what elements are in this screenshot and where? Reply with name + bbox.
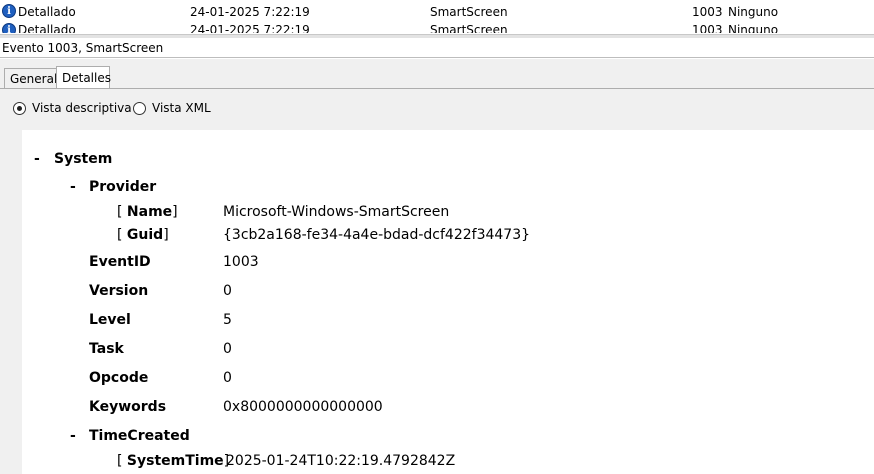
field-key: Version: [89, 283, 149, 299]
system-time-key: [ SystemTime]: [117, 453, 230, 469]
radio-xml-view[interactable]: Vista XML: [133, 101, 223, 117]
event-category: Ninguno: [728, 5, 779, 19]
event-category: Ninguno: [728, 23, 779, 33]
tab-general[interactable]: General: [4, 68, 57, 88]
information-icon: i: [2, 4, 16, 18]
radio-xml-label: Vista XML: [152, 101, 211, 115]
timecreated-node: TimeCreated: [89, 428, 190, 444]
provider-guid-key: [ Guid]: [117, 227, 169, 243]
collapse-system-toggle[interactable]: -: [34, 151, 40, 167]
field-key: Opcode: [89, 370, 149, 386]
provider-guid-key-text: Guid: [126, 227, 164, 243]
provider-name-value: Microsoft-Windows-SmartScreen: [223, 204, 450, 220]
tab-detalles[interactable]: Detalles: [56, 66, 111, 88]
collapse-provider-toggle[interactable]: -: [70, 179, 76, 195]
field-value: 0: [223, 283, 232, 299]
field-value: 0x8000000000000000: [223, 399, 383, 415]
system-time-value: 2025-01-24T10:22:19.4792842Z: [226, 453, 456, 469]
event-source: SmartScreen: [430, 5, 508, 19]
event-level: Detallado: [18, 23, 76, 33]
provider-guid-value: {3cb2a168-fe34-4a4e-bdad-dcf422f34473}: [223, 227, 531, 243]
pane-title: Evento 1003, SmartScreen: [2, 41, 164, 55]
event-level: Detallado: [18, 5, 76, 19]
provider-name-key: [ Name]: [117, 204, 178, 220]
field-key: Level: [89, 312, 131, 328]
field-key: Keywords: [89, 399, 167, 415]
event-source: SmartScreen: [430, 23, 508, 33]
event-date: 24-01-2025 7:22:19: [190, 5, 310, 19]
collapse-timecreated-toggle[interactable]: -: [70, 428, 76, 444]
event-id: 1003: [692, 5, 723, 19]
tab-general-label: General: [10, 72, 58, 86]
field-value: 1003: [223, 254, 259, 270]
provider-name-key-text: Name: [126, 204, 173, 220]
event-row[interactable]: i Detallado 24-01-2025 7:22:19 SmartScre…: [0, 2, 874, 20]
event-id: 1003: [692, 23, 723, 33]
system-time-key-text: SystemTime: [126, 453, 224, 469]
tab-detalles-label: Detalles: [62, 71, 111, 85]
radio-button-selected[interactable]: [13, 102, 26, 115]
event-row[interactable]: i Detallado 24-01-2025 7:22:19 SmartScre…: [0, 21, 874, 33]
field-value: 0: [223, 341, 232, 357]
field-value: 5: [223, 312, 232, 328]
field-key: Task: [89, 341, 124, 357]
radio-button[interactable]: [133, 102, 146, 115]
pane-title-bar: Evento 1003, SmartScreen: [0, 38, 874, 58]
provider-node: Provider: [89, 179, 157, 195]
field-key: EventID: [89, 254, 151, 270]
descriptive-view: - System - Provider [ Name] Microsoft-Wi…: [22, 130, 874, 474]
field-value: 0: [223, 370, 232, 386]
information-icon: i: [2, 23, 16, 33]
radio-descriptive-label: Vista descriptiva: [32, 101, 132, 115]
event-date: 24-01-2025 7:22:19: [190, 23, 310, 33]
radio-descriptive-view[interactable]: Vista descriptiva: [13, 101, 133, 117]
system-node: System: [54, 151, 113, 167]
